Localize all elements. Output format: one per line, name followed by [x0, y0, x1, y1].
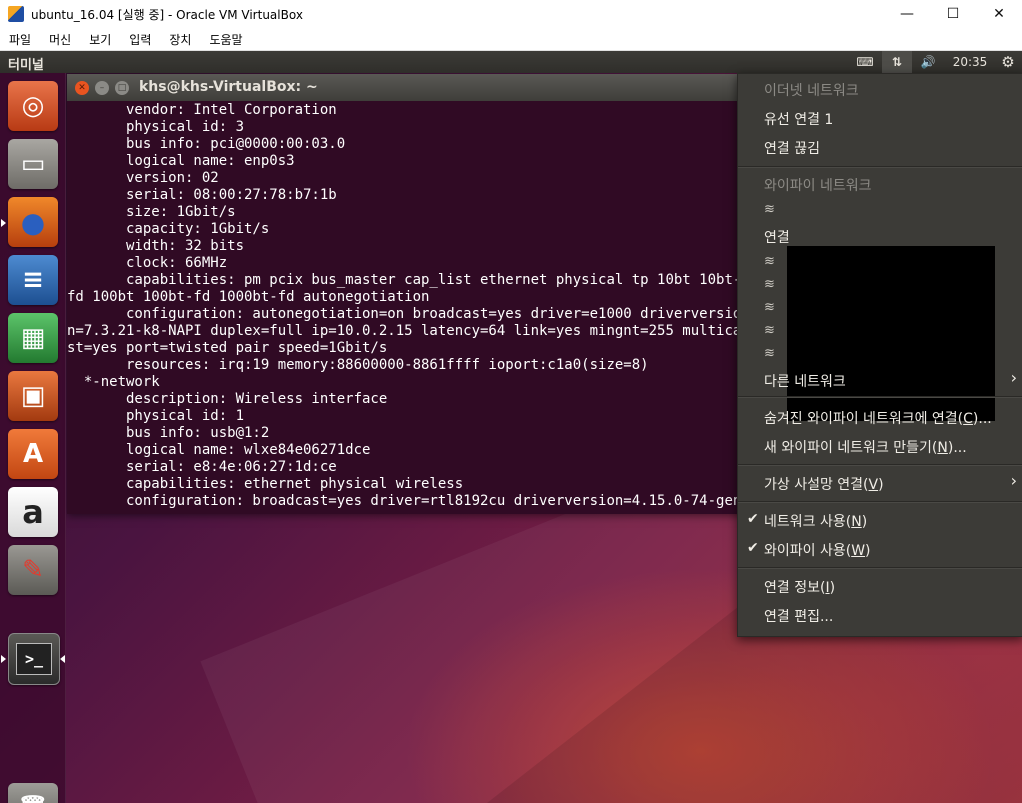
terminal-maximize-button[interactable]: □ — [115, 80, 129, 95]
window-title: ubuntu_16.04 [실행 중] - Oracle VM VirtualB… — [31, 7, 303, 22]
terminal-line: capabilities: ethernet physical wireless — [67, 476, 464, 492]
terminal-line: width: 32 bits — [67, 238, 245, 254]
terminal-icon[interactable]: >_ — [8, 633, 60, 685]
trash-icon[interactable]: 🗑 — [8, 783, 58, 803]
wifi-signal-icon[interactable]: ≋ — [764, 254, 780, 269]
running-indicator — [1, 219, 6, 227]
software-center-icon[interactable]: A — [8, 429, 58, 479]
files-icon[interactable]: ▭ — [8, 139, 58, 189]
ubuntu-dash-icon[interactable]: ◎ — [8, 81, 58, 131]
close-button[interactable]: ✕ — [976, 0, 1022, 28]
enable-network-toggle[interactable]: 네트워크 사용(N) — [764, 511, 867, 531]
terminal-line: fd 100bt 100bt-fd 1000bt-fd autonegotiat… — [67, 289, 430, 305]
wifi-signal-icon[interactable]: ≋ — [764, 346, 780, 361]
terminal-line: *-network — [67, 374, 160, 390]
amazon-icon[interactable]: a — [8, 487, 58, 537]
wifi-signal-icon[interactable]: ≋ — [764, 277, 780, 292]
menu-separator — [738, 464, 1022, 466]
redacted-network-list — [787, 246, 995, 421]
ethernet-header: 이더넷 네트워크 — [764, 83, 859, 99]
wired-connection-item[interactable]: 유선 연결 1 — [764, 109, 833, 129]
terminal-line: resources: irq:19 memory:88600000-8861ff… — [67, 357, 649, 373]
submenu-arrow-icon: › — [1010, 471, 1017, 490]
terminal-line: capacity: 1Gbit/s — [67, 221, 270, 237]
checkmark-icon: ✔ — [747, 540, 759, 556]
libreoffice-calc-icon[interactable]: ▦ — [8, 313, 58, 363]
terminal-line: physical id: 1 — [67, 408, 245, 424]
terminal-line: logical name: enp0s3 — [67, 153, 295, 169]
terminal-close-button[interactable]: ✕ — [75, 80, 89, 95]
terminal-line: configuration: autonegotiation=on broadc… — [67, 306, 742, 322]
menu-file[interactable]: 파일 — [0, 31, 40, 48]
menu-separator — [738, 567, 1022, 569]
wifi-header: 와이파이 네트워크 — [764, 178, 872, 194]
network-menu: 이더넷 네트워크 유선 연결 1 연결 끊김 와이파이 네트워크 ≋ 연결 ≋ … — [737, 73, 1022, 637]
terminal-window: ✕ – □ khs@khs-VirtualBox: ~ vendor: Inte… — [67, 74, 747, 514]
menu-devices[interactable]: 장치 — [160, 31, 200, 48]
firefox-icon[interactable]: ● — [8, 197, 58, 247]
new-wifi-item[interactable]: 새 와이파이 네트워크 만들기(N)... — [764, 437, 967, 457]
terminal-line: clock: 66MHz — [67, 255, 228, 271]
maximize-button[interactable]: ☐ — [930, 0, 976, 28]
libreoffice-writer-icon[interactable]: ≡ — [8, 255, 58, 305]
network-icon[interactable]: ⇅ — [882, 51, 912, 73]
enable-wifi-toggle[interactable]: 와이파이 사용(W) — [764, 540, 871, 560]
system-settings-icon[interactable]: ✎ — [8, 545, 58, 595]
terminal-line: physical id: 3 — [67, 119, 245, 135]
terminal-output[interactable]: vendor: Intel Corporation physical id: 3… — [67, 101, 747, 514]
vpn-item[interactable]: 가상 사설망 연결(V) — [764, 474, 884, 494]
terminal-line: version: 02 — [67, 170, 219, 186]
terminal-line: vendor: Intel Corporation — [67, 102, 337, 118]
keyboard-icon[interactable]: ⌨ — [851, 51, 879, 73]
menu-help[interactable]: 도움말 — [200, 31, 251, 48]
minimize-button[interactable]: — — [884, 0, 930, 28]
terminal-line: logical name: wlxe84e06271dce — [67, 442, 371, 458]
vbox-menubar: 파일 머신 보기 입력 장치 도움말 — [0, 28, 1022, 51]
window-controls: — ☐ ✕ — [884, 0, 1022, 28]
connection-info-item[interactable]: 연결 정보(I) — [764, 577, 835, 597]
wifi-connect-label[interactable]: 연결 — [764, 227, 790, 247]
settings-gear-icon[interactable]: ⚙ — [996, 51, 1020, 73]
edit-connections-item[interactable]: 연결 편집... — [764, 606, 833, 626]
terminal-line: st=yes port=twisted pair speed=1Gbit/s — [67, 340, 388, 356]
terminal-line: serial: e8:4e:06:27:1d:ce — [67, 459, 337, 475]
menu-view[interactable]: 보기 — [80, 31, 120, 48]
menu-separator — [738, 166, 1022, 168]
menu-separator — [738, 396, 1022, 398]
submenu-arrow-icon: › — [1010, 368, 1017, 387]
virtualbox-app-icon — [8, 6, 24, 22]
running-indicator — [1, 655, 6, 663]
terminal-titlebar[interactable]: ✕ – □ khs@khs-VirtualBox: ~ — [67, 74, 747, 101]
focused-indicator — [60, 655, 65, 663]
active-app-title: 터미널 — [8, 58, 44, 73]
terminal-line: bus info: pci@0000:00:03.0 — [67, 136, 346, 152]
wifi-signal-icon[interactable]: ≋ — [764, 323, 780, 338]
terminal-title: khs@khs-VirtualBox: ~ — [139, 79, 318, 95]
terminal-line: serial: 08:00:27:78:b7:1b — [67, 187, 337, 203]
terminal-line: n=7.3.21-k8-NAPI duplex=full ip=10.0.2.1… — [67, 323, 742, 339]
clock[interactable]: 20:35 — [946, 51, 994, 73]
libreoffice-impress-icon[interactable]: ▣ — [8, 371, 58, 421]
other-networks-item[interactable]: 다른 네트워크 — [764, 371, 846, 391]
wifi-signal-icon[interactable]: ≋ — [764, 300, 780, 315]
terminal-line: description: Wireless interface — [67, 391, 388, 407]
terminal-line: configuration: broadcast=yes driver=rtl8… — [67, 493, 742, 509]
disconnect-item[interactable]: 연결 끊김 — [764, 138, 820, 158]
wifi-signal-icon[interactable]: ≋ — [764, 202, 780, 217]
terminal-line: bus info: usb@1:2 — [67, 425, 270, 441]
top-panel: 터미널 ⌨ ⇅ 🔊 20:35 ⚙ — [0, 51, 1022, 73]
guest-desktop: 터미널 ⌨ ⇅ 🔊 20:35 ⚙ ◎ ▭ ● ≡ ▦ ▣ A a ✎ >_ ✕… — [0, 51, 1022, 803]
volume-icon[interactable]: 🔊 — [914, 51, 942, 73]
launcher: ◎ ▭ ● ≡ ▦ ▣ A a ✎ >_ 🗑 — [0, 73, 66, 803]
menu-machine[interactable]: 머신 — [40, 31, 80, 48]
menu-input[interactable]: 입력 — [120, 31, 160, 48]
vbox-titlebar: ubuntu_16.04 [실행 중] - Oracle VM VirtualB… — [0, 0, 1022, 28]
hidden-wifi-item[interactable]: 숨겨진 와이파이 네트워크에 연결(C)... — [764, 408, 992, 428]
terminal-minimize-button[interactable]: – — [95, 80, 109, 95]
checkmark-icon: ✔ — [747, 511, 759, 527]
terminal-line: capabilities: pm pcix bus_master cap_lis… — [67, 272, 742, 288]
menu-separator — [738, 501, 1022, 503]
terminal-line: size: 1Gbit/s — [67, 204, 236, 220]
